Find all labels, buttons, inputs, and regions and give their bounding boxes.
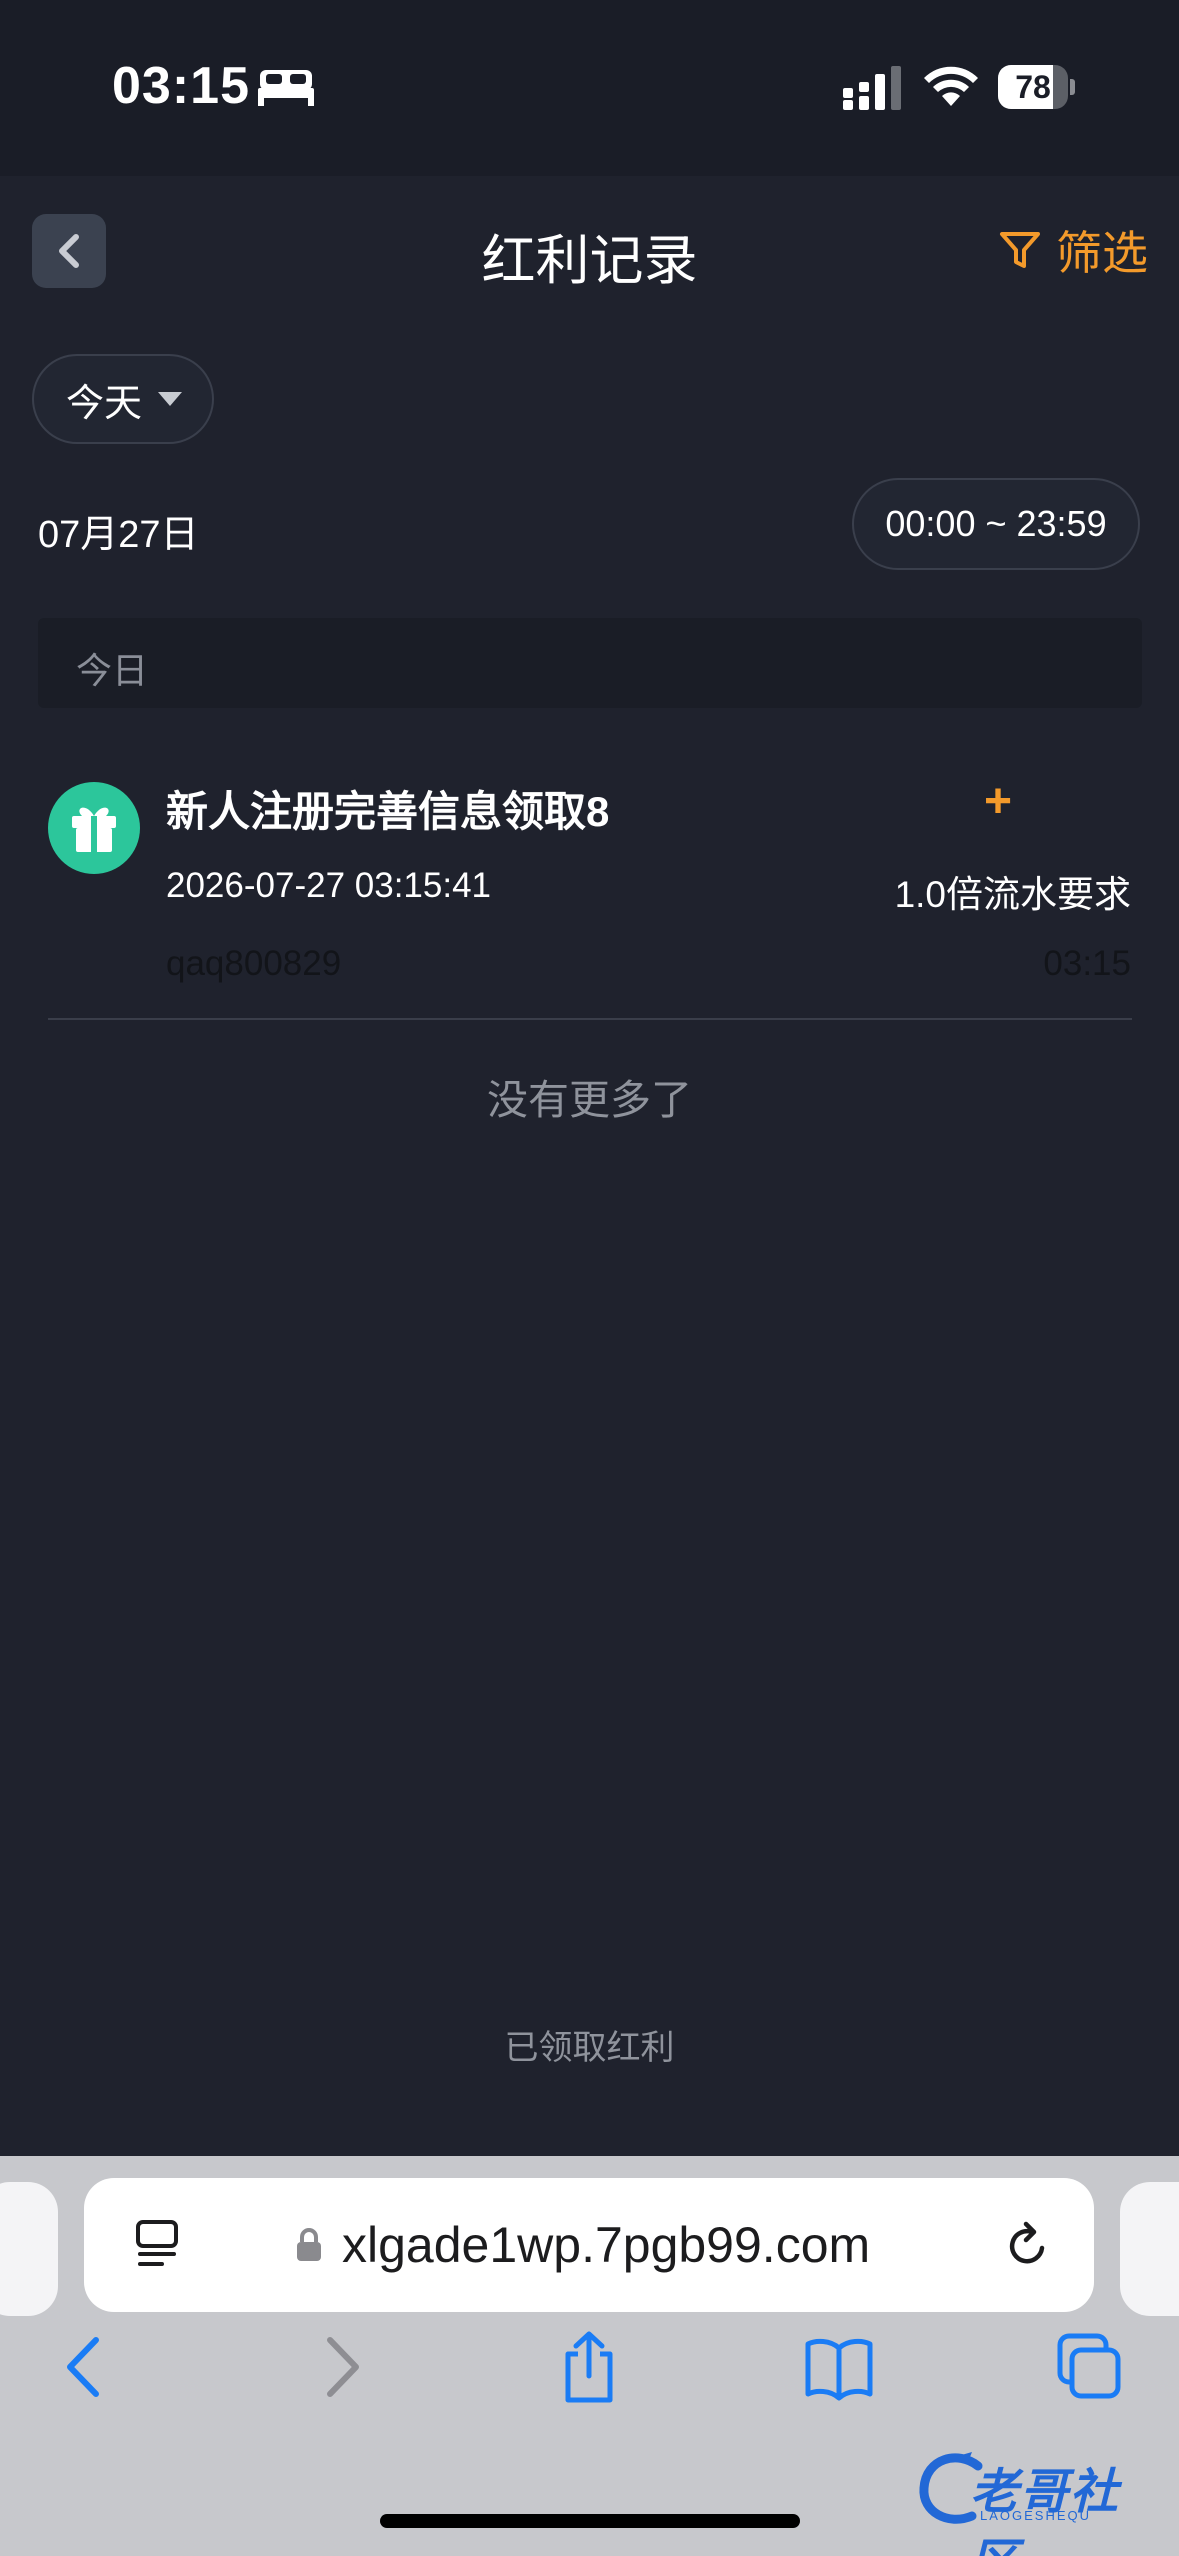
- status-bar: 03:15 78: [0, 0, 1179, 176]
- bed-icon: [258, 70, 314, 106]
- watermark: 老哥社区 LAOGESHEQU: [918, 2446, 1162, 2556]
- tabs-icon[interactable]: [1054, 2330, 1124, 2404]
- day-select-value: 今天: [66, 382, 143, 425]
- caret-down-icon: [158, 392, 183, 406]
- date-label: 07月27日: [38, 514, 199, 556]
- filter-icon: [1000, 232, 1040, 268]
- chevron-right-icon[interactable]: [306, 2330, 376, 2404]
- battery-indicator: 78: [998, 65, 1075, 109]
- header: 红利记录 筛选: [0, 176, 1179, 324]
- record-user: qaq800829: [166, 944, 342, 983]
- status-time: 03:15: [112, 57, 250, 115]
- address-bar[interactable]: xlgade1wp.7pgb99.com: [84, 2178, 1094, 2312]
- url-text: xlgade1wp.7pgb99.com: [342, 2217, 871, 2273]
- reload-icon[interactable]: [1002, 2218, 1054, 2272]
- lock-icon: [297, 2228, 321, 2261]
- record-time: 03:15: [1043, 944, 1131, 983]
- previous-tab-preview[interactable]: [0, 2182, 58, 2316]
- watermark-text: 老哥社区: [970, 2466, 1121, 2556]
- next-tab-preview[interactable]: [1120, 2182, 1179, 2316]
- section-label: 今日: [76, 650, 149, 691]
- time-range-button[interactable]: 00:00 ~ 23:59: [852, 478, 1140, 570]
- wifi-icon: [924, 66, 978, 106]
- record-datetime: 2026-07-27 03:15:41: [166, 866, 491, 905]
- home-indicator[interactable]: [380, 2514, 800, 2528]
- battery-percentage: 78: [1015, 69, 1051, 105]
- record-requirement: 1.0倍流水要求: [894, 874, 1131, 915]
- filter-label: 筛选: [1056, 227, 1148, 279]
- day-select[interactable]: 今天: [32, 354, 214, 444]
- section-header: 今日: [38, 618, 1142, 708]
- record-title: 新人注册完善信息领取8: [166, 788, 610, 835]
- divider: [48, 1018, 1132, 1020]
- list-item[interactable]: 新人注册完善信息领取8 + 2026-07-27 03:15:41 1.0倍流水…: [0, 730, 1179, 1020]
- share-icon[interactable]: [554, 2330, 624, 2404]
- filter-button[interactable]: 筛选: [998, 220, 1148, 280]
- claimed-bonus-link[interactable]: 已领取红利: [0, 2020, 1179, 2069]
- watermark-sub: LAOGESHEQU: [980, 2508, 1092, 2523]
- bookmarks-icon[interactable]: [804, 2330, 874, 2404]
- record-amount: +: [984, 775, 1013, 828]
- list-end-text: 没有更多了: [487, 1077, 692, 1123]
- page-menu-icon[interactable]: [134, 2218, 180, 2272]
- chevron-left-icon[interactable]: [50, 2330, 120, 2404]
- gift-icon: [48, 782, 140, 874]
- cellular-signal-icon: [843, 66, 901, 110]
